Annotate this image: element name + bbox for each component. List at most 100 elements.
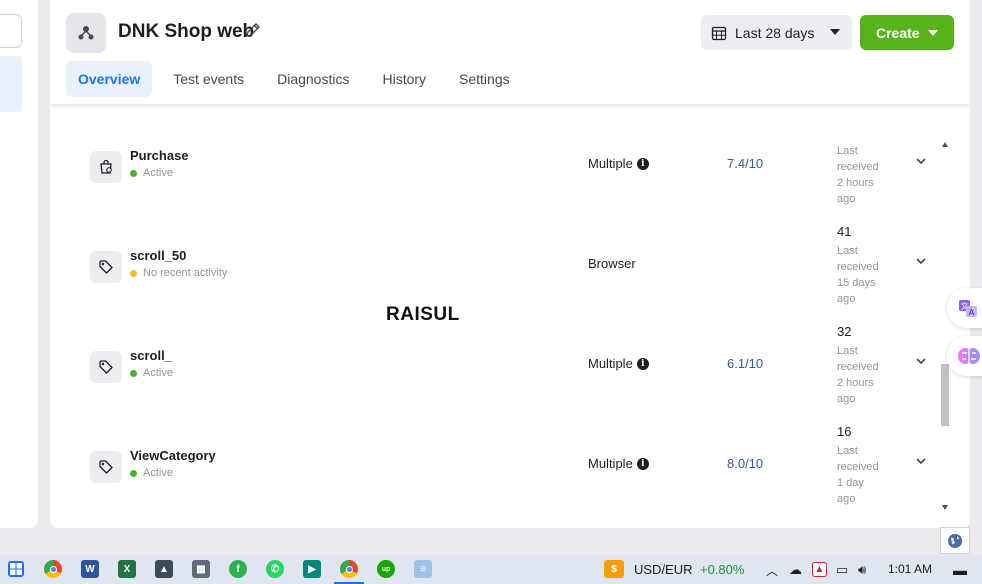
page-title: DNK Shop web <box>118 21 255 42</box>
globe-icon <box>948 533 962 548</box>
event-match-quality[interactable]: 8.0/10 <box>727 456 763 471</box>
speaker-icon[interactable]: 🔊︎ <box>858 562 866 578</box>
last-received-line: 1 day <box>837 477 864 489</box>
translate-icon: 文 A <box>959 300 977 317</box>
last-received-line: Last <box>837 145 858 157</box>
event-name: Purchase <box>130 148 189 163</box>
notifications-icon[interactable]: ▬ <box>953 562 967 578</box>
feedly-icon[interactable]: f <box>229 560 247 578</box>
word-icon[interactable]: W <box>81 560 99 578</box>
calculator-icon[interactable]: ▦ <box>192 560 210 578</box>
tag-icon <box>90 351 122 383</box>
tab-test-events[interactable]: Test events <box>161 61 256 97</box>
integration-cell: Browser <box>588 256 636 271</box>
integration-cell: Multiple i <box>588 356 649 371</box>
ai-extension-button[interactable] <box>947 336 982 376</box>
last-received-line: ago <box>837 393 856 405</box>
event-match-quality[interactable]: 6.1/10 <box>727 356 763 371</box>
create-button[interactable]: Create <box>860 15 954 50</box>
event-row[interactable]: scroll_ Active Multiple i 6.1/10 32 Last… <box>50 324 930 438</box>
last-received: Last received 2 hours ago <box>837 343 893 407</box>
photos-icon[interactable]: ▲ <box>155 560 173 578</box>
event-status: Active <box>130 367 173 379</box>
scroll-up-arrow-icon[interactable] <box>942 142 948 147</box>
status-dot <box>130 469 137 477</box>
info-icon[interactable]: i <box>636 357 649 370</box>
watermark-text: RAISUL <box>386 304 460 325</box>
cloud-icon[interactable]: ☁ <box>789 562 802 578</box>
last-received-line: 2 hours <box>837 177 874 189</box>
event-row[interactable]: scroll_50 No recent activity Browser 41 … <box>50 224 930 338</box>
meet-icon[interactable]: ▶ <box>303 560 321 578</box>
chevron-down-icon[interactable] <box>914 254 928 273</box>
integration-label: Multiple <box>588 456 633 471</box>
currency-pair[interactable]: USD/EUR <box>634 562 693 577</box>
status-dot <box>130 369 137 377</box>
pixel-data-source-icon <box>66 13 106 53</box>
last-received-line: ago <box>837 493 856 505</box>
event-name: scroll_ <box>130 348 172 363</box>
create-button-label: Create <box>876 24 920 41</box>
last-received: Last received 15 days ago <box>837 243 893 307</box>
notepad-icon[interactable]: ≡ <box>414 560 432 578</box>
tab-diagnostics[interactable]: Diagnostics <box>265 61 361 97</box>
network-icon[interactable]: ▭ <box>836 562 848 578</box>
panel-header: DNK Shop web Last 28 days Create Overvie… <box>50 0 970 104</box>
calendar-icon <box>711 26 727 40</box>
windows-taskbar: W X ▲ ▦ f ✆ ▶ up ≡ $ USD/EUR +0.80% ︿ ☁ … <box>0 555 982 584</box>
last-received-line: ago <box>837 193 856 205</box>
info-icon[interactable]: i <box>636 457 649 470</box>
last-received-line: Last <box>837 245 858 257</box>
info-icon[interactable]: i <box>636 157 649 170</box>
date-range-dropdown[interactable]: Last 28 days <box>701 15 852 50</box>
chevron-up-icon[interactable]: ︿ <box>766 562 778 579</box>
scroll-down-arrow-icon[interactable] <box>942 505 948 510</box>
left-sidebar <box>0 0 38 528</box>
tab-bar: Overview Test events Diagnostics History… <box>66 61 531 97</box>
upwork-icon[interactable]: up <box>377 560 395 578</box>
excel-icon[interactable]: X <box>118 560 136 578</box>
tab-overview[interactable]: Overview <box>66 61 153 97</box>
left-search-input[interactable] <box>0 14 22 48</box>
windows-icon[interactable] <box>8 561 24 577</box>
scrollbar-thumb[interactable] <box>941 364 949 426</box>
integration-label: Multiple <box>588 356 633 371</box>
status-text: Active <box>143 367 173 379</box>
event-match-quality[interactable]: 7.4/10 <box>727 156 763 171</box>
status-text: Active <box>143 467 173 479</box>
pencil-edit-icon[interactable] <box>244 21 262 44</box>
tag-icon <box>90 451 122 483</box>
last-received: Last received 1 day ago <box>837 443 893 507</box>
language-globe-button[interactable] <box>940 527 970 554</box>
event-status: Active <box>130 167 173 179</box>
chevron-down-icon[interactable] <box>914 354 928 373</box>
last-received-line: received <box>837 161 879 173</box>
event-row[interactable]: Purchase Active Multiple i 7.4/10 Last r… <box>50 138 930 238</box>
whatsapp-icon[interactable]: ✆ <box>266 560 284 578</box>
tab-history[interactable]: History <box>370 61 438 97</box>
event-row[interactable]: ViewCategory Active Multiple i 8.0/10 16… <box>50 424 930 528</box>
integration-cell: Multiple i <box>588 456 649 471</box>
last-received-line: 15 days <box>837 277 876 289</box>
status-dot <box>130 269 137 277</box>
chevron-down-icon[interactable] <box>914 454 928 473</box>
last-received-line: received <box>837 361 879 373</box>
clock-time[interactable]: 1:01 AM <box>888 562 932 576</box>
shopping-bag-icon <box>90 151 122 183</box>
brain-icon <box>958 348 980 364</box>
status-text: No recent activity <box>143 267 228 279</box>
last-received-line: received <box>837 261 879 273</box>
left-selected-item[interactable] <box>0 56 22 112</box>
translate-extension-button[interactable]: 文 A <box>947 288 982 328</box>
chrome-icon[interactable] <box>340 560 358 578</box>
integration-label: Browser <box>588 256 636 271</box>
pdf-icon[interactable]: ▲ <box>812 562 827 577</box>
event-name: ViewCategory <box>130 448 216 463</box>
events-scrollbar[interactable] <box>938 138 952 514</box>
last-received-line: Last <box>837 445 858 457</box>
event-count: 41 <box>837 224 852 239</box>
svg-text:A: A <box>969 308 975 317</box>
tab-settings[interactable]: Settings <box>447 61 522 97</box>
chevron-down-icon[interactable] <box>914 154 928 173</box>
chrome-icon[interactable] <box>44 560 62 578</box>
